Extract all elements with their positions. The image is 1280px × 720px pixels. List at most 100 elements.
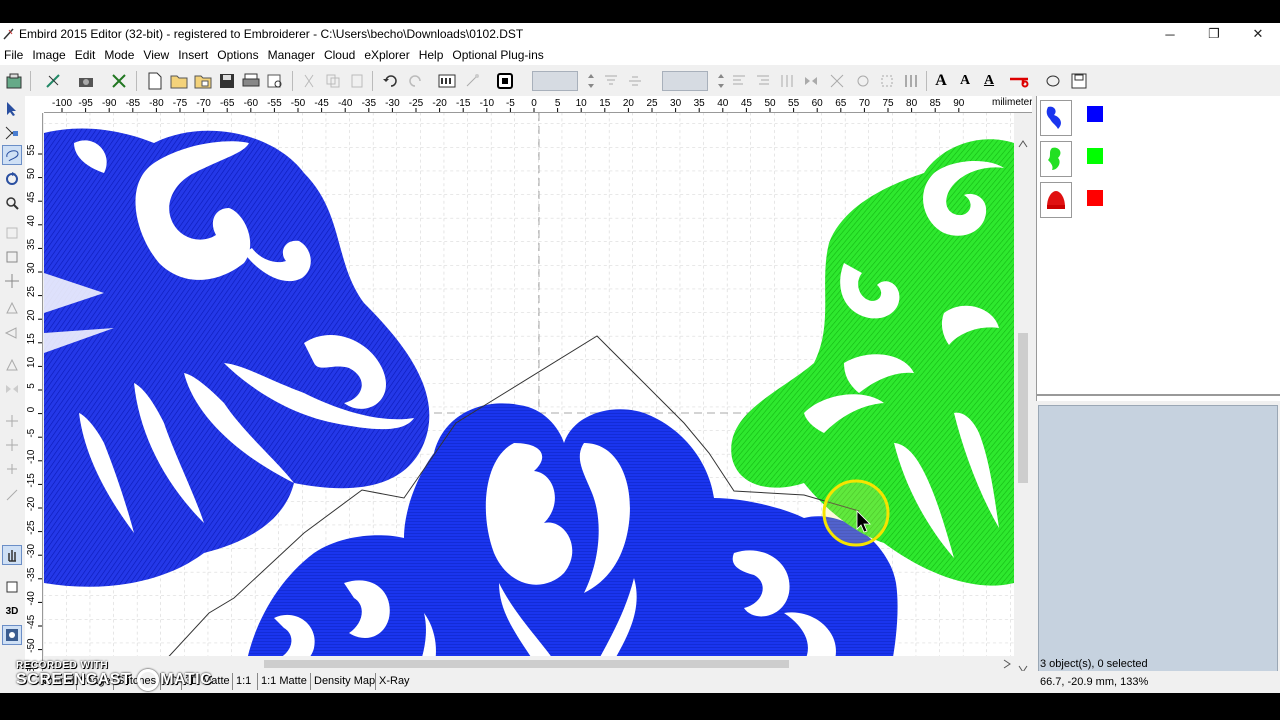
menu-edit[interactable]: Edit — [71, 45, 101, 65]
manager-icon[interactable] — [3, 70, 25, 92]
main-toolbar: A A A — [0, 67, 1280, 95]
object-thumb-blue[interactable] — [1040, 100, 1072, 136]
save-icon[interactable] — [216, 70, 238, 92]
resize-handle-icon[interactable] — [2, 247, 22, 267]
h-ruler-tick-label: -45 — [314, 98, 329, 109]
move-icon[interactable] — [2, 271, 22, 291]
watermark-brand-part2: MATIC — [160, 671, 213, 689]
menu-view[interactable]: View — [139, 45, 174, 65]
menu-image[interactable]: Image — [28, 45, 70, 65]
spin-arrows-icon[interactable] — [580, 70, 602, 92]
menu-file[interactable]: File — [0, 45, 28, 65]
copy-icon[interactable] — [322, 70, 344, 92]
stitch-count-icon[interactable] — [436, 70, 458, 92]
minimize-button[interactable]: ─ — [1148, 23, 1192, 45]
tab-1-1[interactable]: 1:1 — [232, 673, 254, 690]
align-right-icon[interactable] — [752, 70, 774, 92]
undo-icon[interactable] — [380, 70, 402, 92]
text-icon[interactable]: A — [930, 70, 952, 92]
crosshair-alt-icon[interactable] — [2, 435, 22, 455]
rotate-tool-icon[interactable] — [2, 169, 22, 189]
v-ruler-tick-label: 5 — [26, 383, 37, 389]
tab-density-map[interactable]: Density Map — [310, 673, 378, 690]
rectangle-icon[interactable] — [2, 223, 22, 243]
align-middle-icon[interactable] — [624, 70, 646, 92]
3d-view-icon[interactable]: 3D — [2, 601, 22, 621]
monogram-icon[interactable]: A — [954, 70, 976, 92]
open-folder-icon[interactable] — [168, 70, 190, 92]
color-swatch-red[interactable] — [1087, 190, 1103, 206]
h-ruler-tick-label: -60 — [244, 98, 259, 109]
close-button[interactable]: ✕ — [1236, 23, 1280, 45]
h-ruler-tick-label: -10 — [480, 98, 495, 109]
sewing-machine-icon[interactable] — [1008, 70, 1030, 92]
zoom-icon[interactable] — [2, 193, 22, 213]
delete-stitches-icon[interactable] — [108, 70, 130, 92]
edit-tool-icon[interactable] — [42, 70, 64, 92]
paste-icon[interactable] — [346, 70, 368, 92]
align-top-icon[interactable] — [600, 70, 622, 92]
skew-icon[interactable] — [2, 355, 22, 375]
h-ruler-tick-label: 35 — [694, 98, 706, 109]
menu-optional-plugins[interactable]: Optional Plug-ins — [448, 45, 548, 65]
cut-icon[interactable] — [298, 70, 320, 92]
crosshair-icon[interactable] — [2, 411, 22, 431]
font-icon[interactable]: A — [978, 70, 1000, 92]
object-thumb-red[interactable] — [1040, 182, 1072, 218]
align-left-icon[interactable] — [728, 70, 750, 92]
new-file-icon[interactable] — [144, 70, 166, 92]
stop-icon[interactable] — [494, 70, 516, 92]
node-edit-icon[interactable] — [2, 123, 22, 143]
v-ruler-tick-label: -10 — [26, 449, 37, 464]
vertical-scrollbar[interactable] — [1014, 113, 1032, 678]
h-ruler-tick-label: -35 — [362, 98, 377, 109]
floppy-save-icon[interactable] — [1068, 70, 1090, 92]
lasso-icon[interactable] — [1042, 70, 1064, 92]
menu-manager[interactable]: Manager — [264, 45, 320, 65]
tab-x-ray[interactable]: X-Ray — [375, 673, 413, 690]
rotate-icon[interactable] — [852, 70, 874, 92]
distribute-icon[interactable] — [776, 70, 798, 92]
menu-explorer[interactable]: eXplorer — [360, 45, 414, 65]
select-arrow-icon[interactable] — [2, 99, 22, 119]
blue-object-thumbnail-icon — [1046, 106, 1061, 129]
flip-horizontal-icon[interactable] — [2, 323, 22, 343]
menu-mode[interactable]: Mode — [100, 45, 139, 65]
print-icon[interactable] — [240, 70, 262, 92]
v-ruler-tick-label: 35 — [26, 238, 37, 250]
width-spinbox[interactable] — [532, 71, 578, 91]
resize-icon[interactable] — [876, 70, 898, 92]
menu-options[interactable]: Options — [213, 45, 263, 65]
mirror-tool-icon[interactable] — [2, 379, 22, 399]
hand-pan-icon[interactable] — [2, 545, 22, 565]
color-swatch-green[interactable] — [1087, 148, 1103, 164]
lasso-select-icon[interactable] — [2, 145, 22, 165]
draw-line-icon[interactable] — [2, 485, 22, 505]
height-spinbox[interactable] — [662, 71, 708, 91]
add-point-icon[interactable] — [2, 459, 22, 479]
restore-button[interactable]: ❐ — [1192, 23, 1236, 45]
h-ruler-tick-label: 60 — [812, 98, 824, 109]
image-view-icon[interactable] — [2, 625, 22, 645]
print-preview-icon[interactable] — [264, 70, 286, 92]
mirror-icon[interactable] — [800, 70, 822, 92]
tab-1-1-matte[interactable]: 1:1 Matte — [257, 673, 310, 690]
flip-vertical-icon[interactable] — [2, 299, 22, 319]
redo-icon[interactable] — [404, 70, 426, 92]
needle-app-icon — [3, 28, 14, 40]
h-ruler-tick-label: -100 — [52, 98, 72, 109]
v-ruler-tick-label: 15 — [26, 333, 37, 345]
magic-icon[interactable] — [462, 70, 484, 92]
color-swatch-blue[interactable] — [1087, 106, 1103, 122]
open-multiple-icon[interactable] — [192, 70, 214, 92]
menu-insert[interactable]: Insert — [174, 45, 213, 65]
h-ruler-tick-label: 75 — [882, 98, 894, 109]
embroidery-canvas[interactable] — [44, 113, 1014, 678]
object-thumb-green[interactable] — [1040, 141, 1072, 177]
transform-icon[interactable] — [826, 70, 848, 92]
menu-help[interactable]: Help — [415, 45, 449, 65]
menu-cloud[interactable]: Cloud — [320, 45, 360, 65]
stitch-tool-icon[interactable] — [2, 577, 22, 597]
columns-icon[interactable] — [900, 70, 922, 92]
camera-icon[interactable] — [75, 70, 97, 92]
